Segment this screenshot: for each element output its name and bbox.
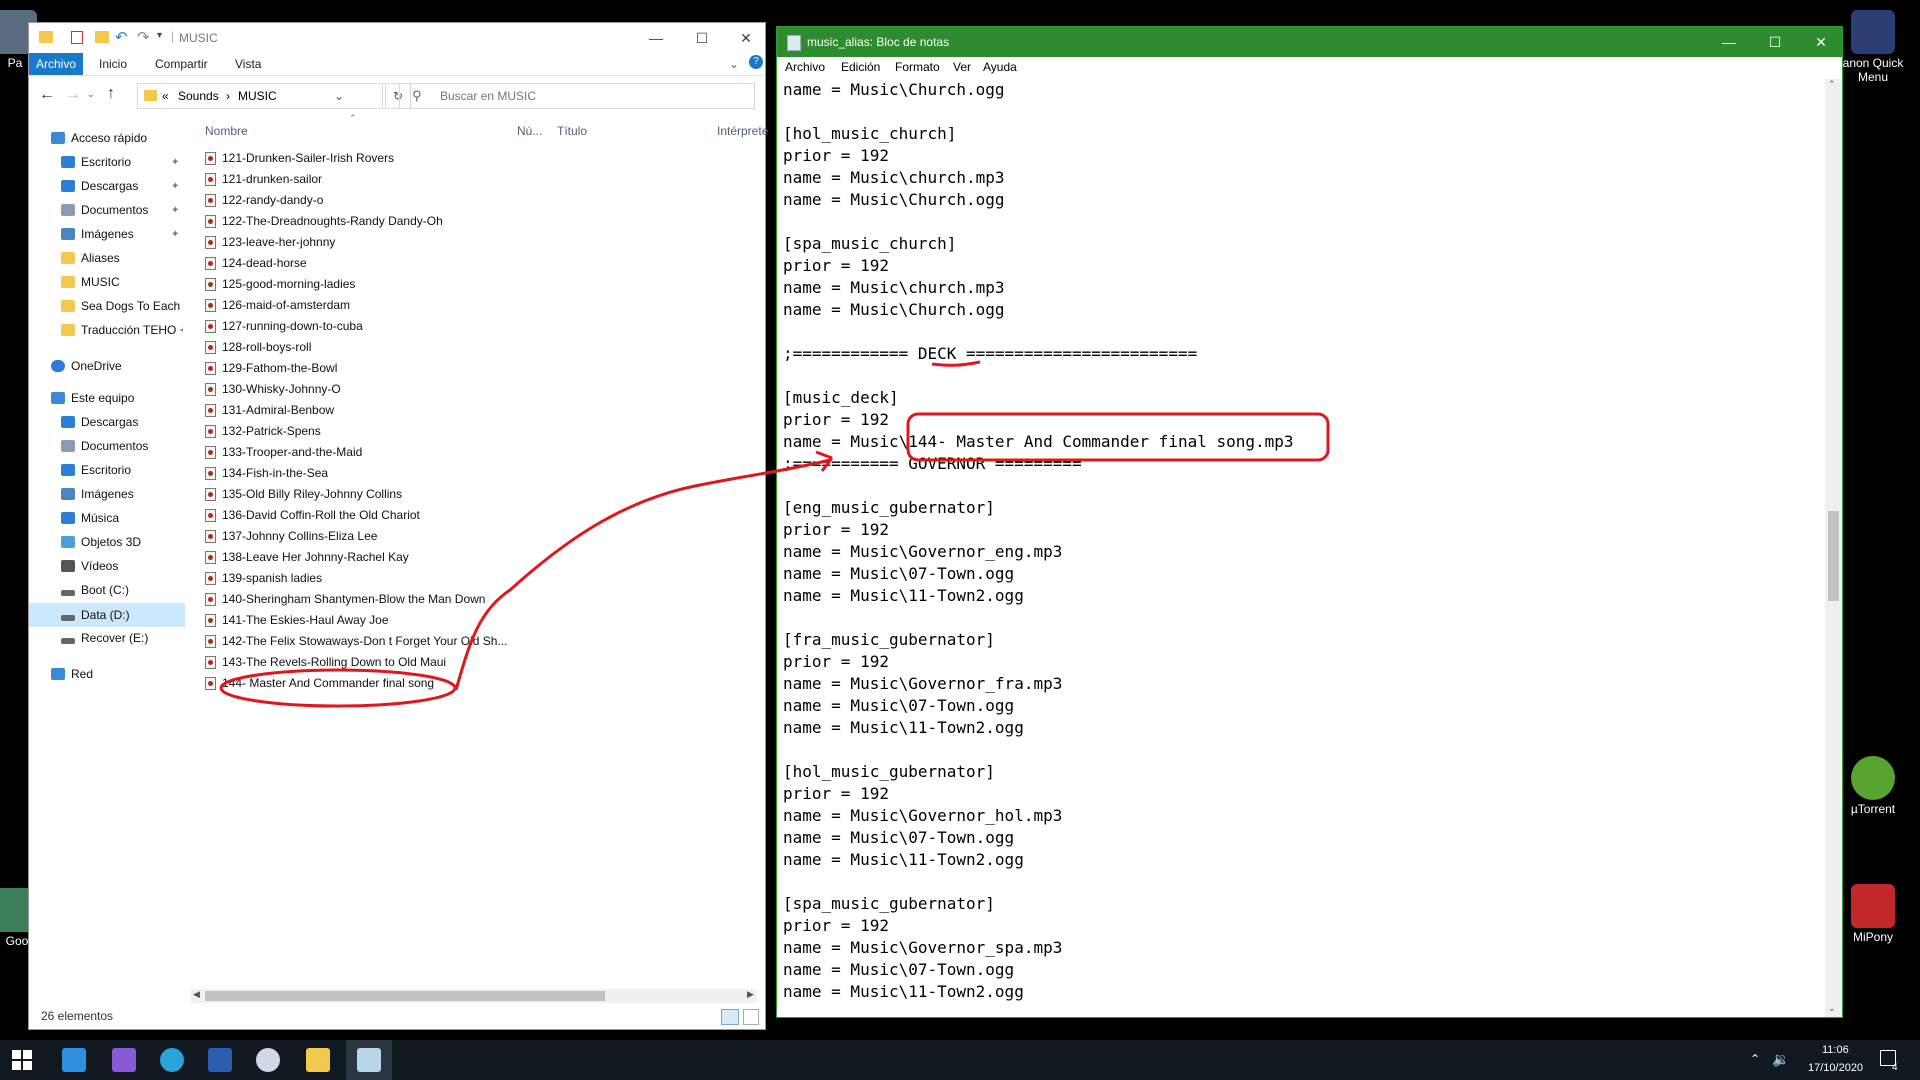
visual-studio-icon[interactable] — [112, 1048, 136, 1072]
annotation-overlay — [219, 360, 1330, 708]
taskbar-active-notepad[interactable] — [346, 1040, 392, 1080]
file-explorer-icon[interactable] — [306, 1048, 330, 1072]
mail-icon[interactable] — [62, 1048, 86, 1072]
show-hidden-icons-icon[interactable]: ⌃ — [1750, 1052, 1760, 1066]
steam-icon[interactable] — [256, 1048, 280, 1072]
volume-icon[interactable]: 🔉 — [1772, 1051, 1789, 1068]
notepad-icon — [357, 1048, 381, 1072]
annotation-circle-file — [219, 668, 457, 708]
notification-count: 4 — [1892, 1062, 1898, 1073]
annotation-underline-deck — [931, 360, 981, 367]
taskbar: ⌃ 🔉 11:06 17/10/2020 4 — [0, 1040, 1920, 1080]
clock-date[interactable]: 17/10/2020 — [1808, 1062, 1863, 1074]
clock-time[interactable]: 11:06 — [1822, 1044, 1849, 1056]
annotation-arrow — [454, 458, 831, 691]
start-icon — [12, 1050, 32, 1070]
edge-icon[interactable] — [160, 1048, 184, 1072]
word-icon[interactable] — [208, 1048, 232, 1072]
start-button[interactable] — [12, 1050, 32, 1070]
annotation-box-filename — [906, 412, 1330, 462]
